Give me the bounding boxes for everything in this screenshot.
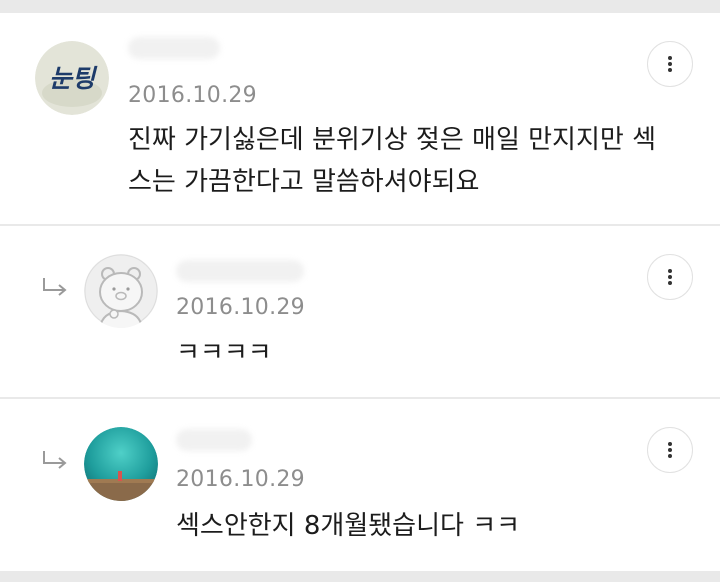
more-options-button[interactable] [647, 427, 693, 473]
reply-item: 2016.10.29 ㅋㅋㅋㅋ [0, 226, 720, 397]
nickname-blurred [176, 260, 304, 282]
comment-date: 2016.10.29 [128, 83, 257, 108]
comment-text: 섹스안한지 8개월됐습니다 ㅋㅋ [176, 511, 521, 541]
comment-item: 눈팅 2016.10.29 진짜 가기싫은데 분위기상 젖은 매일 만지지만 섹… [0, 13, 720, 224]
reply-item: 2016.10.29 섹스안한지 8개월됐습니다 ㅋㅋ [0, 399, 720, 571]
more-vertical-icon [668, 269, 672, 273]
more-vertical-icon [668, 442, 672, 446]
more-vertical-icon [668, 56, 672, 60]
avatar[interactable] [84, 254, 158, 328]
more-options-button[interactable] [647, 41, 693, 87]
avatar[interactable] [84, 427, 158, 501]
comment-text: ㅋㅋㅋㅋ [176, 338, 272, 368]
reply-arrow-icon [43, 278, 67, 296]
comment-text: 진짜 가기싫은데 분위기상 젖은 매일 만지지만 섹스는 가끔한다고 말씀하셔야… [128, 125, 656, 197]
avatar[interactable]: 눈팅 [35, 41, 109, 115]
nickname-blurred [176, 429, 252, 451]
more-options-button[interactable] [647, 254, 693, 300]
reply-arrow-icon [43, 451, 67, 469]
comment-date: 2016.10.29 [176, 295, 305, 320]
avatar-label: 눈팅 [49, 64, 98, 93]
comment-date: 2016.10.29 [176, 467, 305, 492]
nickname-blurred [128, 37, 220, 59]
comment-feed: 눈팅 2016.10.29 진짜 가기싫은데 분위기상 젖은 매일 만지지만 섹… [0, 0, 720, 582]
